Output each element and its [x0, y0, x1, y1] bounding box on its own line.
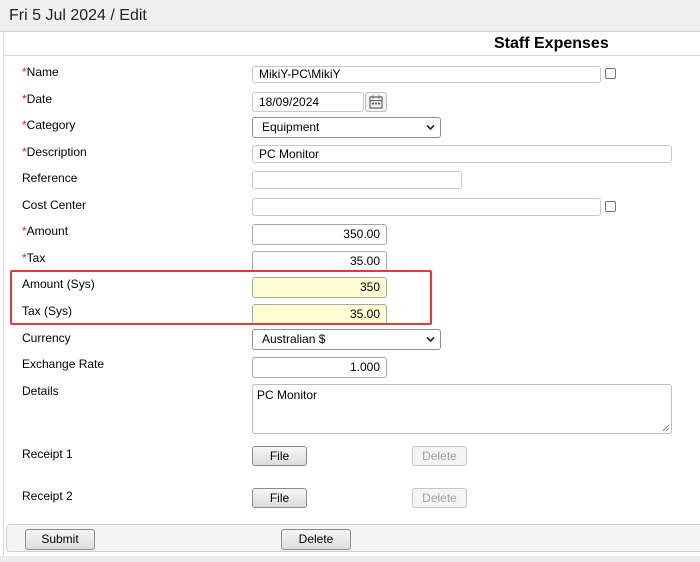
form-title: Staff Expenses [494, 35, 609, 52]
category-value: Equipment [262, 120, 320, 134]
cost-center-checkbox[interactable] [605, 201, 616, 212]
currency-select[interactable]: Australian $ [252, 329, 441, 350]
tax-label: *Tax [22, 251, 46, 265]
reference-field[interactable] [252, 171, 462, 189]
details-value: PC Monitor [257, 388, 318, 402]
cost-center-field[interactable] [252, 198, 601, 216]
reference-label: Reference [22, 171, 78, 185]
bottom-strip [0, 556, 700, 562]
receipt1-label: Receipt 1 [22, 447, 73, 461]
form-footer [6, 524, 700, 552]
description-field[interactable]: PC Monitor [252, 145, 672, 163]
exchange-rate-field[interactable]: 1.000 [252, 357, 387, 378]
title-divider [3, 55, 700, 56]
window-titlebar: Fri 5 Jul 2024 / Edit [0, 0, 700, 32]
receipt1-delete-button[interactable]: Delete [412, 446, 467, 466]
date-label: *Date [22, 92, 53, 106]
sys-fields-highlight [10, 270, 432, 325]
delete-button[interactable]: Delete [281, 529, 351, 550]
name-label: *Name [22, 65, 59, 79]
category-label: *Category [22, 118, 76, 132]
details-textarea[interactable]: PC Monitor [252, 384, 672, 434]
name-field[interactable]: MikiY-PC\MikiY [252, 66, 601, 83]
receipt2-file-button[interactable]: File [252, 488, 307, 508]
resize-grip-icon[interactable] [661, 423, 670, 432]
description-label: *Description [22, 145, 87, 159]
date-picker-button[interactable] [365, 92, 387, 112]
currency-value: Australian $ [262, 332, 326, 346]
name-checkbox[interactable] [605, 68, 616, 79]
currency-label: Currency [22, 331, 71, 345]
amount-label: *Amount [22, 224, 69, 238]
details-label: Details [22, 384, 59, 398]
window-title: Fri 5 Jul 2024 / Edit [9, 7, 147, 24]
receipt1-file-button[interactable]: File [252, 446, 307, 466]
chevron-down-icon [426, 124, 435, 131]
receipt2-label: Receipt 2 [22, 489, 73, 503]
submit-button[interactable]: Submit [25, 529, 95, 550]
date-field[interactable]: 18/09/2024 [252, 92, 364, 112]
cost-center-label: Cost Center [22, 198, 87, 212]
amount-field[interactable]: 350.00 [252, 224, 387, 245]
exchange-rate-label: Exchange Rate [22, 357, 105, 371]
category-select[interactable]: Equipment [252, 117, 441, 138]
receipt2-delete-button[interactable]: Delete [412, 488, 467, 508]
calendar-icon [369, 95, 383, 109]
tax-field[interactable]: 35.00 [252, 251, 387, 272]
chevron-down-icon [426, 336, 435, 343]
